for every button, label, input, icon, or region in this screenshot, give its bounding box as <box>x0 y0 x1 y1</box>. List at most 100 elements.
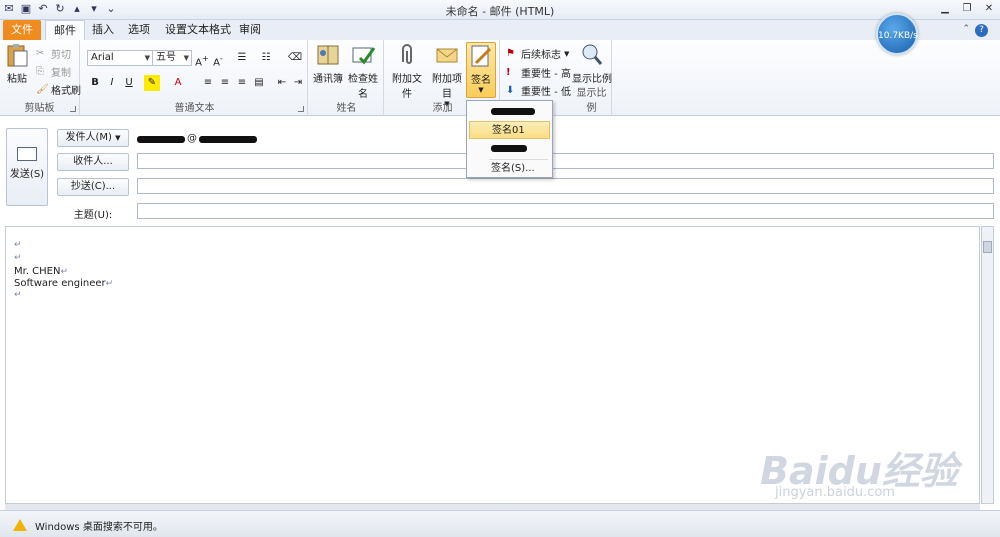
paste-button[interactable]: 粘贴 <box>4 42 30 85</box>
minimize-ribbon-icon[interactable]: ⌃ <box>962 24 970 34</box>
address-book-icon <box>317 45 339 65</box>
tab-insert[interactable]: 插入 <box>88 20 118 40</box>
brush-icon: 🖌 <box>36 83 49 95</box>
low-importance-button[interactable]: ⬇ 重要性 - 低 <box>506 83 571 99</box>
check-names-label: 检查姓名 <box>348 74 378 100</box>
signature-title-line: Software engineer↵ <box>14 278 113 289</box>
signature-menu: 签名01 签名(S)... <box>466 100 553 178</box>
align-center-icon[interactable]: ≡ <box>217 75 233 91</box>
follow-up-button[interactable]: ⚑ 后续标志 ▼ <box>506 46 570 62</box>
shrink-font-icon[interactable]: A- <box>210 50 226 68</box>
close-icon[interactable]: ✕ <box>982 2 996 16</box>
grow-font-icon[interactable]: A+ <box>194 50 210 68</box>
from-value: @ <box>137 132 257 146</box>
paragraph-mark: ↵ <box>105 279 114 289</box>
group-label-basic-text: 普通文本 <box>174 103 215 114</box>
signature-menu-item[interactable] <box>469 140 550 158</box>
cc-field[interactable] <box>137 178 994 194</box>
numbering-icon[interactable]: ☷ <box>258 50 274 66</box>
clipboard-launcher-icon[interactable] <box>70 106 76 112</box>
attach-item-label: 附加项目 <box>432 74 462 100</box>
paragraph-mark: ↵ <box>60 267 69 277</box>
group-label-names: 姓名 <box>336 103 357 114</box>
to-button[interactable]: 收件人... <box>57 153 129 171</box>
group-names: 通讯簿 检查姓名 姓名 <box>310 40 384 116</box>
copy-button[interactable]: ⎘ 复制 <box>36 64 71 80</box>
decrease-indent-icon[interactable]: ⇤ <box>274 75 290 91</box>
scrollbar-thumb[interactable] <box>983 241 992 253</box>
exclamation-icon: ! <box>506 66 511 78</box>
chevron-down-icon: ▼ <box>144 54 150 62</box>
address-book-label: 通讯簿 <box>313 74 343 85</box>
status-text: Windows 桌面搜索不可用。 <box>35 522 163 533</box>
check-names-icon <box>352 47 376 65</box>
help-icon[interactable]: ? <box>975 24 988 37</box>
arrow-down-icon: ⬇ <box>506 84 515 96</box>
font-name-combo[interactable]: Arial ▼ <box>87 50 153 66</box>
increase-indent-icon[interactable]: ⇥ <box>290 75 306 91</box>
signatures-settings-item[interactable]: 签名(S)... <box>469 160 550 178</box>
to-field[interactable] <box>137 153 994 169</box>
restore-icon[interactable]: ❐ <box>960 2 974 16</box>
tab-review[interactable]: 审阅 <box>238 20 262 40</box>
signature-menu-item[interactable] <box>469 103 550 121</box>
group-zoom: 显示比例 显示比例 <box>572 40 612 116</box>
cut-label: 剪切 <box>51 50 71 61</box>
group-label-clipboard: 剪贴板 <box>24 103 55 114</box>
follow-up-label: 后续标志 <box>521 50 561 61</box>
attach-file-label: 附加文件 <box>392 74 422 100</box>
from-at-sign: @ <box>187 133 197 144</box>
underline-button[interactable]: U <box>121 75 137 91</box>
from-button[interactable]: 发件人(M) ▼ <box>57 129 129 147</box>
cc-button[interactable]: 抄送(C)... <box>57 178 129 196</box>
group-label-zoom: 显示比例 <box>576 88 607 114</box>
redacted-signature-name <box>491 107 535 115</box>
chevron-down-icon: ▼ <box>478 86 484 94</box>
align-left-icon[interactable]: ≡ <box>200 75 216 91</box>
justify-icon[interactable]: ▤ <box>251 75 267 91</box>
font-size-value: 五号 <box>156 52 176 63</box>
basic-text-launcher-icon[interactable] <box>298 106 304 112</box>
high-importance-label: 重要性 - 高 <box>521 69 571 80</box>
tab-file[interactable]: 文件 <box>3 20 41 40</box>
tab-format-text[interactable]: 设置文本格式 <box>163 20 233 40</box>
copy-label: 复制 <box>51 68 71 79</box>
warning-icon <box>13 519 27 531</box>
redacted-domain <box>199 135 257 143</box>
chevron-down-icon: ▼ <box>564 49 570 58</box>
flag-icon: ⚑ <box>506 47 515 59</box>
format-painter-button[interactable]: 🖌 格式刷 <box>36 82 81 98</box>
clear-format-icon[interactable]: ⌫ <box>287 50 303 66</box>
paragraph-mark: ↵ <box>14 253 22 263</box>
italic-button[interactable]: I <box>104 75 120 91</box>
cut-button[interactable]: ✂ 剪切 <box>36 46 71 62</box>
tab-message[interactable]: 邮件 <box>45 20 85 40</box>
bold-button[interactable]: B <box>87 75 103 91</box>
vertical-scrollbar[interactable] <box>981 226 994 504</box>
scissors-icon: ✂ <box>36 47 45 59</box>
font-color-icon[interactable]: A <box>170 75 186 91</box>
check-names-button[interactable]: 检查姓名 <box>344 42 382 100</box>
tab-options[interactable]: 选项 <box>124 20 154 40</box>
highlight-icon[interactable]: ✎ <box>144 75 160 91</box>
signature-menu-item[interactable]: 签名01 <box>469 121 550 139</box>
zoom-button[interactable]: 显示比例 <box>572 42 612 85</box>
from-label: 发件人(M) <box>65 132 112 143</box>
signature-button[interactable]: 签名 ▼ <box>466 42 496 98</box>
magnifier-icon <box>582 44 603 65</box>
attach-file-button[interactable]: 附加文件 <box>388 42 426 100</box>
minimize-icon[interactable]: ▁ <box>938 2 952 16</box>
send-button[interactable]: 发送(S) <box>6 128 48 206</box>
subject-field[interactable] <box>137 203 994 219</box>
redacted-username <box>137 135 185 143</box>
envelope-icon <box>436 48 458 63</box>
bullets-icon[interactable]: ☰ <box>234 50 250 66</box>
signature-name-line: Mr. CHEN↵ <box>14 266 68 277</box>
font-size-combo[interactable]: 五号 ▼ <box>152 50 192 66</box>
address-book-button[interactable]: 通讯簿 <box>312 42 344 85</box>
network-speed-badge: 10.7KB/s <box>876 13 918 55</box>
signature-title: Software engineer <box>14 278 106 289</box>
align-right-icon[interactable]: ≡ <box>234 75 250 91</box>
group-clipboard: 粘贴 ✂ 剪切 ⎘ 复制 🖌 格式刷 剪贴板 <box>0 40 81 116</box>
high-importance-button[interactable]: ! 重要性 - 高 <box>506 65 571 81</box>
